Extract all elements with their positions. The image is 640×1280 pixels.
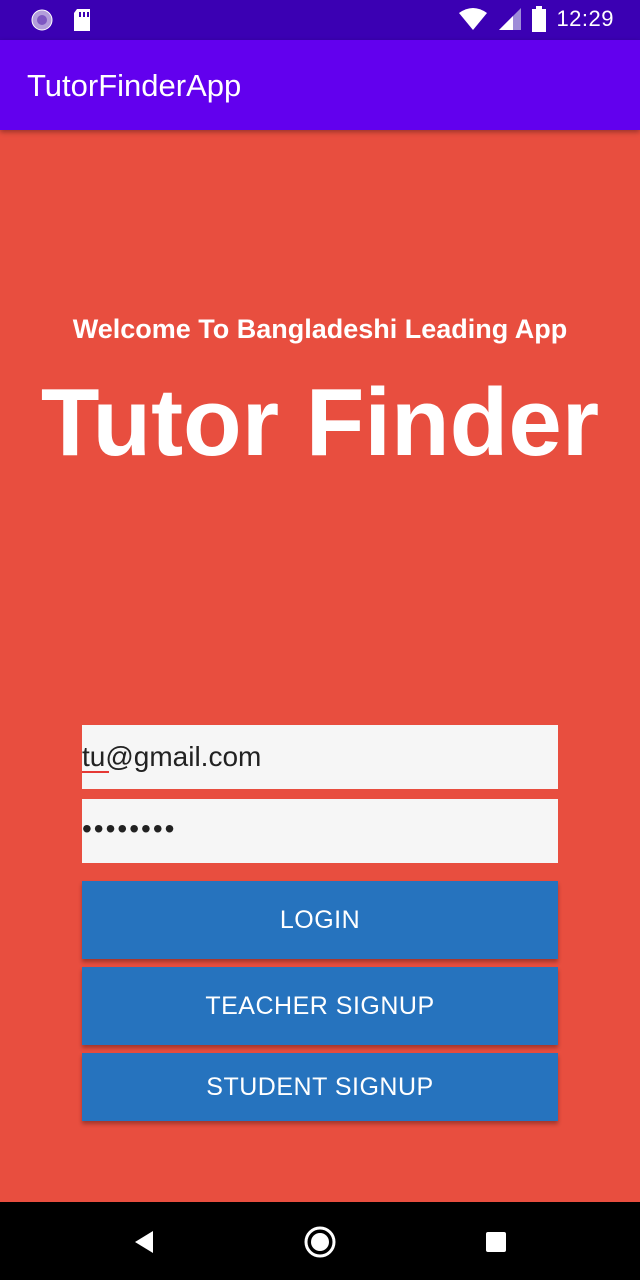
password-field[interactable]: ••••••••: [82, 799, 558, 863]
status-time: 12:29: [556, 6, 614, 31]
student-signup-label: STUDENT SIGNUP: [206, 1072, 434, 1101]
sd-card-icon: [74, 9, 90, 31]
app-bar: TutorFinderApp: [0, 40, 640, 130]
teacher-signup-button[interactable]: TEACHER SIGNUP: [82, 967, 558, 1045]
spellcheck-underline: [82, 771, 109, 773]
welcome-text: Welcome To Bangladeshi Leading App: [72, 314, 568, 344]
sync-icon: [31, 9, 53, 31]
status-bar: 12:29: [0, 0, 640, 40]
student-signup-button[interactable]: STUDENT SIGNUP: [82, 1053, 558, 1121]
login-button-label: LOGIN: [279, 905, 361, 934]
app-title: TutorFinderApp: [27, 68, 242, 103]
email-field[interactable]: tu@gmail.com: [82, 725, 558, 789]
home-icon[interactable]: [304, 1226, 336, 1258]
back-icon[interactable]: [133, 1230, 155, 1254]
battery-icon: [532, 6, 547, 32]
login-button[interactable]: LOGIN: [82, 881, 558, 959]
wifi-icon: [459, 8, 488, 30]
email-value: tu@gmail.com: [82, 741, 262, 772]
brand-title: Tutor Finder: [40, 369, 600, 476]
navigation-bar: [0, 1202, 640, 1280]
password-value: ••••••••: [82, 813, 177, 844]
teacher-signup-label: TEACHER SIGNUP: [205, 991, 435, 1020]
signal-icon: [499, 8, 522, 30]
recents-icon[interactable]: [486, 1232, 506, 1252]
